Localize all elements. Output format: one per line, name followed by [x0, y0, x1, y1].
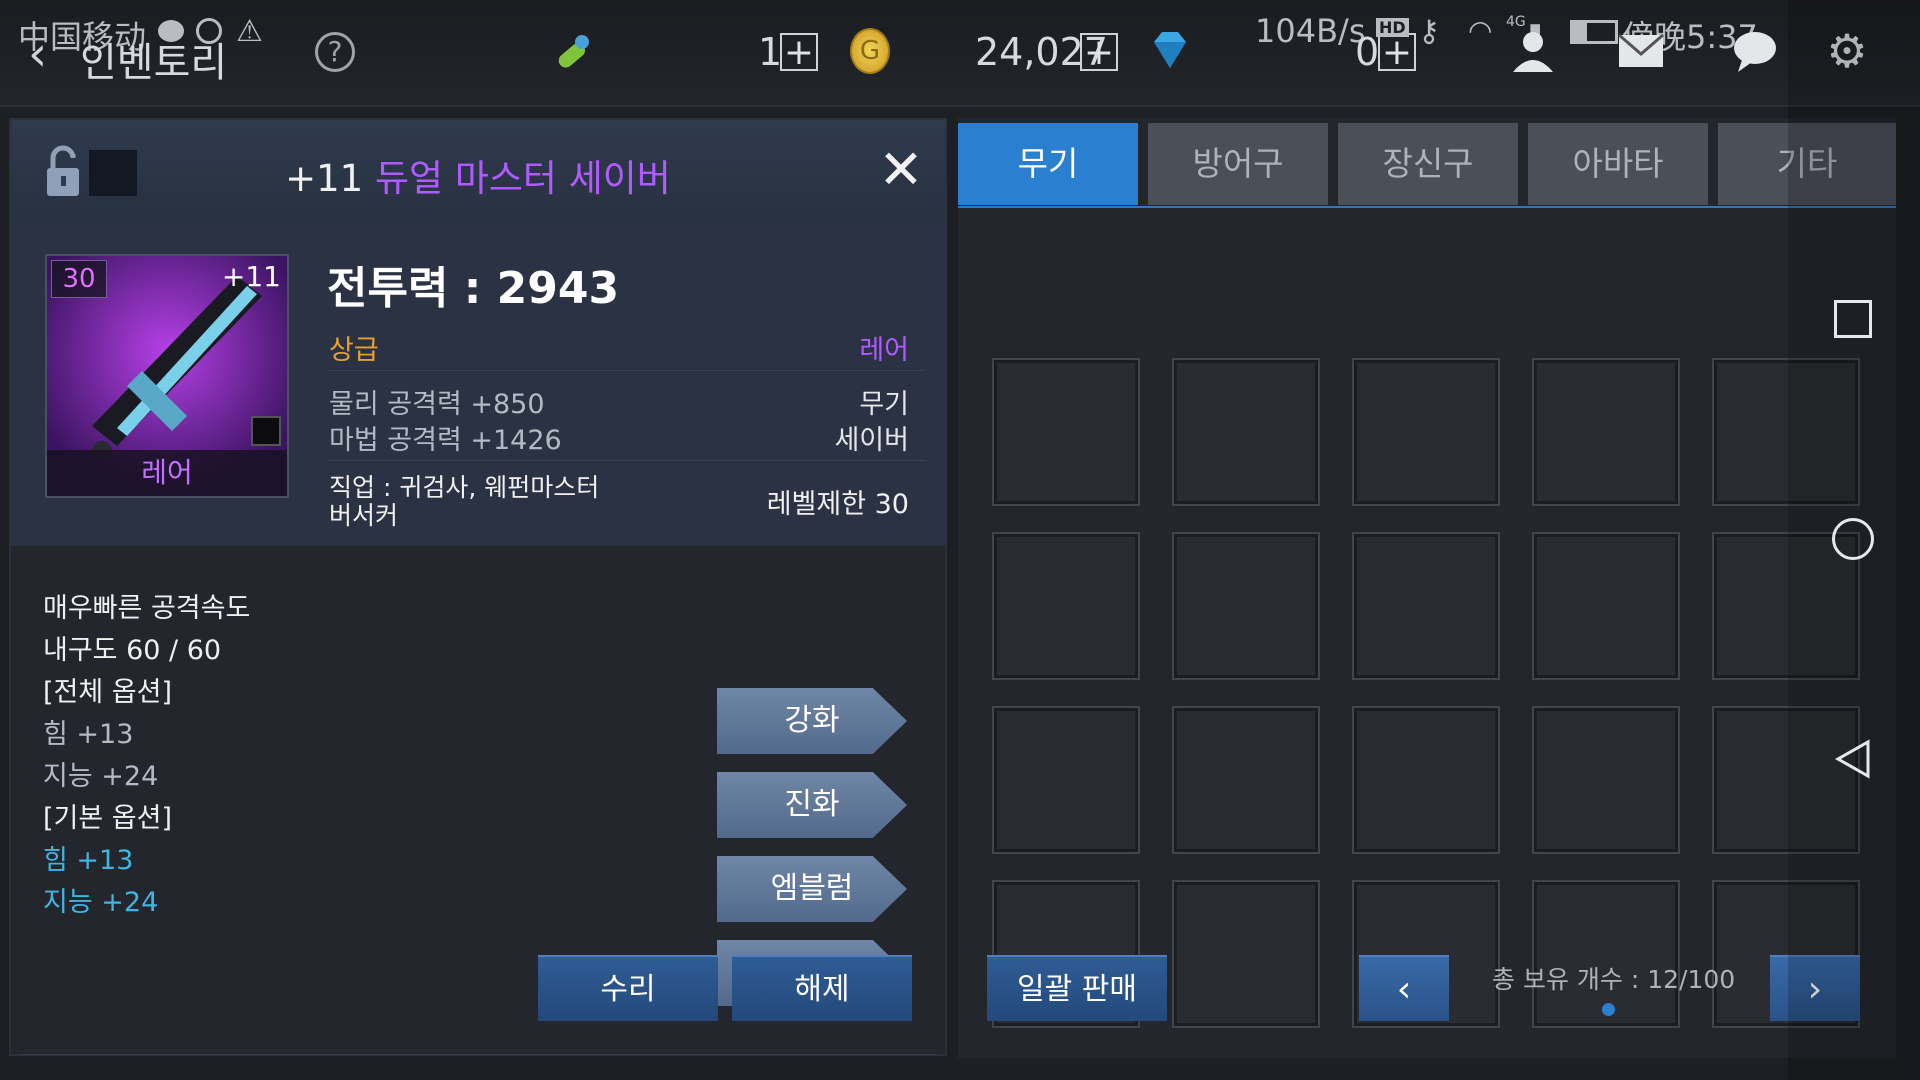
key-icon: ⚷ — [1418, 14, 1440, 49]
release-button[interactable]: 해제 — [732, 955, 912, 1021]
enhance-button[interactable]: 강화 — [717, 688, 907, 754]
divider — [19, 1054, 937, 1055]
item-detail-panel: +11 듀얼 마스터 세이버 ✕ 30 +11 레어 전투력: 2943 상급… — [9, 118, 947, 1056]
wifi-icon: ◠ — [1468, 14, 1493, 47]
inventory-slot[interactable] — [992, 532, 1140, 680]
divider — [327, 460, 925, 461]
magic-attack: 마법 공격력 +1426 — [329, 425, 562, 456]
friends-icon[interactable] — [1508, 28, 1558, 74]
item-rarity: 레어 — [859, 335, 909, 366]
item-title: +11 듀얼 마스터 세이버 — [11, 148, 945, 202]
job-line-2: 버서커 — [329, 501, 399, 530]
warning-icon: ⚠ — [236, 14, 263, 49]
combat-power: 전투력 : 2943 — [327, 263, 620, 314]
item-level-badge: 30 — [51, 260, 107, 298]
item-type: 무기 — [859, 389, 909, 420]
item-info-section: 30 +11 레어 전투력 : 2943 상급 레어 물리 공격력 +850 무… — [11, 224, 945, 546]
divider — [327, 370, 925, 371]
inventory-slot[interactable] — [1352, 706, 1500, 854]
inventory-slot[interactable] — [992, 358, 1140, 506]
inventory-slot[interactable] — [1172, 706, 1320, 854]
inventory-slot[interactable] — [1532, 706, 1680, 854]
attack-speed: 매우빠른 공격속도 — [43, 593, 251, 624]
close-icon[interactable]: ✕ — [873, 142, 929, 198]
inventory-slot[interactable] — [1172, 532, 1320, 680]
top-bar: 中国移动 ⚠ ‹ 인벤토리 ? 1 + G 24,027 + 104B/s 0 … — [0, 0, 1920, 107]
phys-attack: 물리 공격력 +850 — [329, 389, 545, 420]
inventory-slot[interactable] — [1352, 532, 1500, 680]
inventory-slot[interactable] — [992, 706, 1140, 854]
base-option-int: 지능 +24 — [43, 887, 159, 918]
home-icon[interactable] — [1832, 518, 1874, 560]
chat-icon[interactable] — [1732, 30, 1778, 72]
recent-apps-icon[interactable] — [1834, 300, 1872, 338]
mail-icon[interactable] — [1618, 33, 1664, 68]
item-socket — [251, 416, 281, 446]
system-nav-bar — [1788, 0, 1920, 1080]
inventory-grid — [958, 206, 1896, 1058]
all-option-str: 힘 +13 — [43, 719, 134, 750]
durability: 내구도 60 / 60 — [43, 635, 222, 666]
item-detail-header: +11 듀얼 마스터 세이버 ✕ — [11, 120, 945, 224]
item-name: 듀얼 마스터 세이버 — [375, 157, 671, 200]
back-nav-icon[interactable] — [1832, 738, 1874, 780]
inventory-slot[interactable] — [1172, 880, 1320, 1028]
inventory-slot[interactable] — [1532, 532, 1680, 680]
all-options-header: [전체 옵션] — [43, 677, 173, 708]
hd-badge: HD — [1376, 18, 1409, 37]
inventory-slot[interactable] — [1352, 358, 1500, 506]
item-icon: 30 +11 레어 — [45, 254, 289, 498]
help-icon[interactable]: ? — [315, 32, 355, 72]
inventory-panel: 무기 방어구 장신구 아바타 기타 — [958, 118, 1896, 1058]
potion-icon — [548, 28, 596, 76]
tab-weapon[interactable]: 무기 — [958, 123, 1138, 205]
emblem-button[interactable]: 엠블럼 — [717, 856, 907, 922]
net-speed: 104B/s — [1255, 12, 1366, 50]
base-option-str: 힘 +13 — [43, 845, 134, 876]
tab-avatar[interactable]: 아바타 — [1528, 123, 1708, 205]
item-subtype: 세이버 — [834, 425, 909, 456]
repair-button[interactable]: 수리 — [538, 955, 718, 1021]
gem-icon — [1148, 28, 1192, 72]
evolve-button[interactable]: 진화 — [717, 772, 907, 838]
add-stamina-button[interactable]: + — [780, 33, 818, 71]
item-rarity-label: 레어 — [47, 450, 287, 496]
add-gold-button[interactable]: + — [1080, 33, 1118, 71]
gold-coin-icon: G — [850, 28, 890, 74]
tab-accessory[interactable]: 장신구 — [1338, 123, 1518, 205]
item-enhance-prefix: +11 — [285, 157, 364, 200]
back-arrow-icon[interactable]: ‹ — [28, 30, 47, 78]
stamina-value: 1 — [758, 30, 783, 74]
total-count: 총 보유 개수 : 12/100 — [1492, 965, 1736, 994]
page-indicator-dot — [1602, 1003, 1615, 1016]
bulk-sell-button[interactable]: 일괄 판매 — [987, 955, 1167, 1021]
page-title: 인벤토리 — [80, 40, 228, 86]
level-limit: 레벨제한 30 — [766, 489, 909, 520]
all-option-int: 지능 +24 — [43, 761, 159, 792]
item-grade: 상급 — [329, 335, 379, 366]
add-gem-button[interactable]: + — [1378, 33, 1416, 71]
prev-page-button[interactable]: ‹ — [1359, 955, 1449, 1021]
battery-icon — [1570, 20, 1618, 44]
inventory-slot[interactable] — [1532, 358, 1680, 506]
item-enhance-badge: +11 — [221, 260, 281, 293]
base-options-header: [기본 옵션] — [43, 803, 173, 834]
tab-armor[interactable]: 방어구 — [1148, 123, 1328, 205]
inventory-slot[interactable] — [1172, 358, 1320, 506]
